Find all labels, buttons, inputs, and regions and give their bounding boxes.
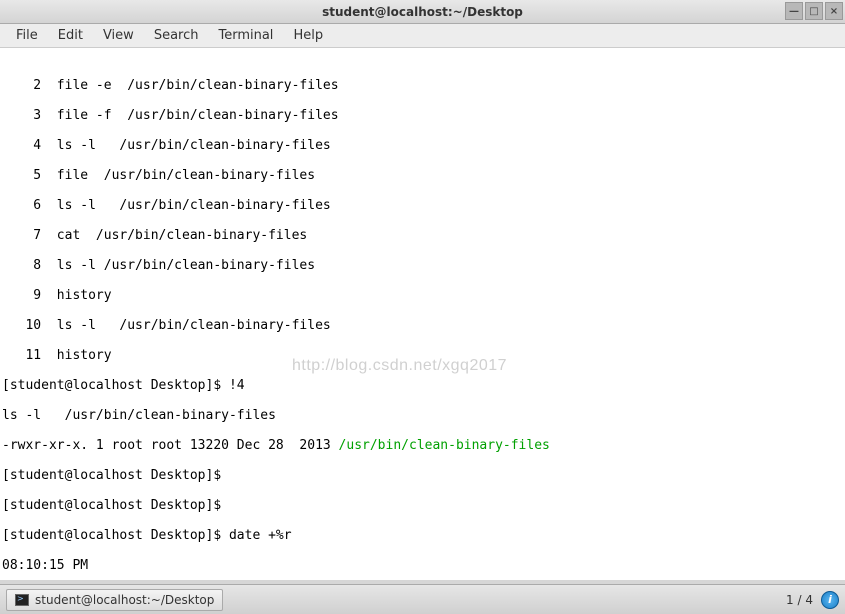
terminal-line: -rwxr-xr-x. 1 root root 13220 Dec 28 201… bbox=[2, 438, 843, 453]
terminal-line: ls -l /usr/bin/clean-binary-files bbox=[2, 408, 843, 423]
system-tray: 1 / 4 i bbox=[786, 591, 839, 609]
terminal-line: 5 file /usr/bin/clean-binary-files bbox=[2, 168, 843, 183]
terminal-line: [student@localhost Desktop]$ bbox=[2, 468, 843, 483]
file-path-colored: /usr/bin/clean-binary-files bbox=[339, 438, 550, 453]
terminal-line: 8 ls -l /usr/bin/clean-binary-files bbox=[2, 258, 843, 273]
taskbar-task-button[interactable]: student@localhost:~/Desktop bbox=[6, 589, 223, 611]
close-button[interactable]: × bbox=[825, 2, 843, 20]
terminal-line: 2 file -e /usr/bin/clean-binary-files bbox=[2, 78, 843, 93]
window-title: student@localhost:~/Desktop bbox=[322, 5, 523, 19]
terminal-line: 9 history bbox=[2, 288, 843, 303]
window-controls: — □ × bbox=[785, 2, 843, 20]
maximize-button[interactable]: □ bbox=[805, 2, 823, 20]
terminal-line: 4 ls -l /usr/bin/clean-binary-files bbox=[2, 138, 843, 153]
terminal-line: [student@localhost Desktop]$ bbox=[2, 498, 843, 513]
terminal-line: 10 ls -l /usr/bin/clean-binary-files bbox=[2, 318, 843, 333]
menu-help[interactable]: Help bbox=[283, 25, 333, 46]
terminal-line: 6 ls -l /usr/bin/clean-binary-files bbox=[2, 198, 843, 213]
terminal-icon bbox=[15, 594, 29, 606]
info-icon[interactable]: i bbox=[821, 591, 839, 609]
menu-edit[interactable]: Edit bbox=[48, 25, 93, 46]
terminal-line: 11 history bbox=[2, 348, 843, 363]
terminal-line: [student@localhost Desktop]$ !4 bbox=[2, 378, 843, 393]
menu-file[interactable]: File bbox=[6, 25, 48, 46]
menu-view[interactable]: View bbox=[93, 25, 144, 46]
workspace-indicator[interactable]: 1 / 4 bbox=[786, 593, 813, 607]
terminal-line: 08:10:15 PM bbox=[2, 558, 843, 573]
minimize-button[interactable]: — bbox=[785, 2, 803, 20]
terminal-line: 7 cat /usr/bin/clean-binary-files bbox=[2, 228, 843, 243]
terminal-line: [student@localhost Desktop]$ date +%r bbox=[2, 528, 843, 543]
menu-terminal[interactable]: Terminal bbox=[208, 25, 283, 46]
terminal-viewport[interactable]: http://blog.csdn.net/xgq2017 2 file -e /… bbox=[0, 48, 845, 580]
window-titlebar: student@localhost:~/Desktop — □ × bbox=[0, 0, 845, 24]
terminal-line: 3 file -f /usr/bin/clean-binary-files bbox=[2, 108, 843, 123]
menu-search[interactable]: Search bbox=[144, 25, 209, 46]
taskbar: student@localhost:~/Desktop 1 / 4 i bbox=[0, 584, 845, 614]
taskbar-task-label: student@localhost:~/Desktop bbox=[35, 593, 214, 607]
menubar: File Edit View Search Terminal Help bbox=[0, 24, 845, 48]
